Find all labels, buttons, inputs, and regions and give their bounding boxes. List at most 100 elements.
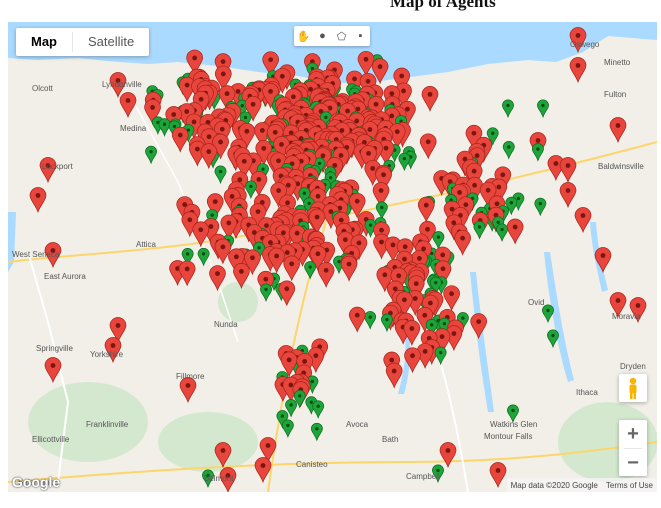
marker-dot [302, 358, 308, 364]
red-agent-marker[interactable] [609, 117, 627, 144]
marker-dot [495, 468, 501, 473]
rectangle-icon[interactable]: ▪ [351, 26, 370, 46]
red-agent-marker[interactable] [209, 265, 226, 292]
red-agent-marker[interactable] [171, 126, 189, 153]
marker-dot [149, 149, 153, 154]
red-agent-marker[interactable] [348, 306, 366, 333]
hand-icon[interactable]: ✋ [294, 26, 313, 46]
marker-dot [274, 253, 280, 259]
red-agent-marker[interactable] [559, 182, 577, 209]
marker-dot [449, 291, 454, 297]
zoom-in-button[interactable]: + [619, 420, 647, 448]
green-agent-marker[interactable] [375, 201, 388, 221]
marker-dot [249, 184, 253, 189]
marker-dot [575, 63, 581, 68]
zoom-out-button[interactable]: − [619, 449, 647, 477]
red-agent-marker[interactable] [559, 157, 577, 184]
red-agent-marker[interactable] [574, 207, 592, 234]
red-agent-marker[interactable] [254, 457, 272, 484]
marker-dot [289, 403, 293, 407]
marker-dot [35, 193, 41, 198]
green-agent-marker[interactable] [432, 231, 445, 250]
red-agent-marker[interactable] [569, 57, 587, 84]
red-agent-marker[interactable] [29, 187, 47, 214]
green-agent-marker[interactable] [534, 197, 547, 217]
green-agent-marker[interactable] [197, 247, 210, 267]
red-agent-marker[interactable] [443, 285, 460, 312]
marker-dot [438, 350, 443, 355]
circle-icon[interactable]: ● [313, 26, 332, 46]
red-agent-marker[interactable] [44, 357, 62, 384]
green-agent-marker[interactable] [434, 346, 447, 366]
green-agent-marker[interactable] [145, 145, 158, 165]
map-viewport[interactable]: Oswego Minetto Fulton Baldwinsville Olcott Ly… [8, 22, 657, 492]
red-agent-marker[interactable] [214, 238, 232, 265]
marker-dot [365, 78, 371, 84]
marker-dot [338, 217, 344, 223]
terms-of-use-link[interactable]: Terms of Use [606, 481, 653, 490]
green-agent-marker[interactable] [260, 283, 272, 303]
marker-dot [206, 149, 212, 155]
red-agent-marker[interactable] [421, 86, 439, 112]
marker-dot [220, 448, 226, 453]
red-agent-marker[interactable] [470, 313, 488, 340]
marker-dot [256, 177, 262, 182]
green-agent-marker[interactable] [310, 422, 323, 442]
marker-dot [194, 146, 200, 152]
green-agent-marker[interactable] [214, 165, 227, 185]
marker-dot [285, 200, 290, 206]
green-agent-marker[interactable] [244, 180, 257, 200]
town-label: Ithaca [576, 388, 598, 397]
red-agent-marker[interactable] [419, 133, 437, 160]
red-agent-marker[interactable] [454, 229, 471, 256]
marker-dot [457, 190, 462, 195]
green-agent-marker[interactable] [158, 118, 171, 137]
marker-dot [115, 323, 121, 328]
green-agent-marker[interactable] [547, 329, 559, 349]
green-agent-marker[interactable] [312, 400, 325, 419]
marker-dot [171, 112, 177, 117]
marker-dot [125, 98, 131, 103]
green-agent-marker[interactable] [542, 304, 554, 324]
red-agent-marker[interactable] [278, 280, 296, 307]
red-agent-marker[interactable] [178, 260, 196, 287]
marker-dot [512, 224, 518, 230]
red-agent-marker[interactable] [489, 462, 507, 489]
red-agent-marker[interactable] [283, 255, 301, 282]
red-agent-marker[interactable] [385, 362, 403, 389]
green-agent-marker[interactable] [531, 143, 544, 162]
marker-dot [412, 296, 418, 301]
green-agent-marker[interactable] [502, 141, 515, 160]
marker-dot [323, 267, 329, 273]
red-agent-marker[interactable] [439, 442, 457, 469]
marker-dot [110, 343, 116, 348]
marker-dot [191, 119, 197, 125]
green-agent-marker[interactable] [537, 99, 549, 119]
green-agent-marker[interactable] [364, 311, 377, 330]
map-type-map-button[interactable]: Map [16, 28, 72, 56]
marker-dot [243, 115, 248, 120]
marker-dot [307, 201, 311, 206]
marker-dot [298, 394, 302, 398]
marker-dot [379, 227, 384, 233]
green-agent-marker[interactable] [398, 152, 411, 172]
marker-dot [241, 158, 247, 164]
green-agent-marker[interactable] [281, 419, 294, 439]
red-agent-marker[interactable] [417, 196, 435, 223]
town-label: Ovid [528, 298, 545, 307]
green-agent-marker[interactable] [496, 223, 508, 243]
green-agent-marker[interactable] [304, 261, 317, 280]
green-agent-marker[interactable] [502, 99, 514, 119]
marker-dot [218, 169, 223, 174]
street-view-pegman-button[interactable] [619, 374, 647, 402]
red-agent-marker[interactable] [317, 262, 335, 288]
green-agent-marker[interactable] [473, 221, 486, 240]
polygon-icon[interactable]: ⬠ [332, 26, 351, 46]
map-type-satellite-button[interactable]: Satellite [73, 28, 149, 56]
marker-dot [423, 202, 429, 208]
red-agent-marker[interactable] [179, 377, 197, 404]
red-agent-marker[interactable] [119, 92, 137, 119]
red-agent-marker[interactable] [506, 218, 524, 245]
red-agent-marker[interactable] [340, 255, 358, 282]
town-label: Watkins Glen [490, 420, 538, 429]
